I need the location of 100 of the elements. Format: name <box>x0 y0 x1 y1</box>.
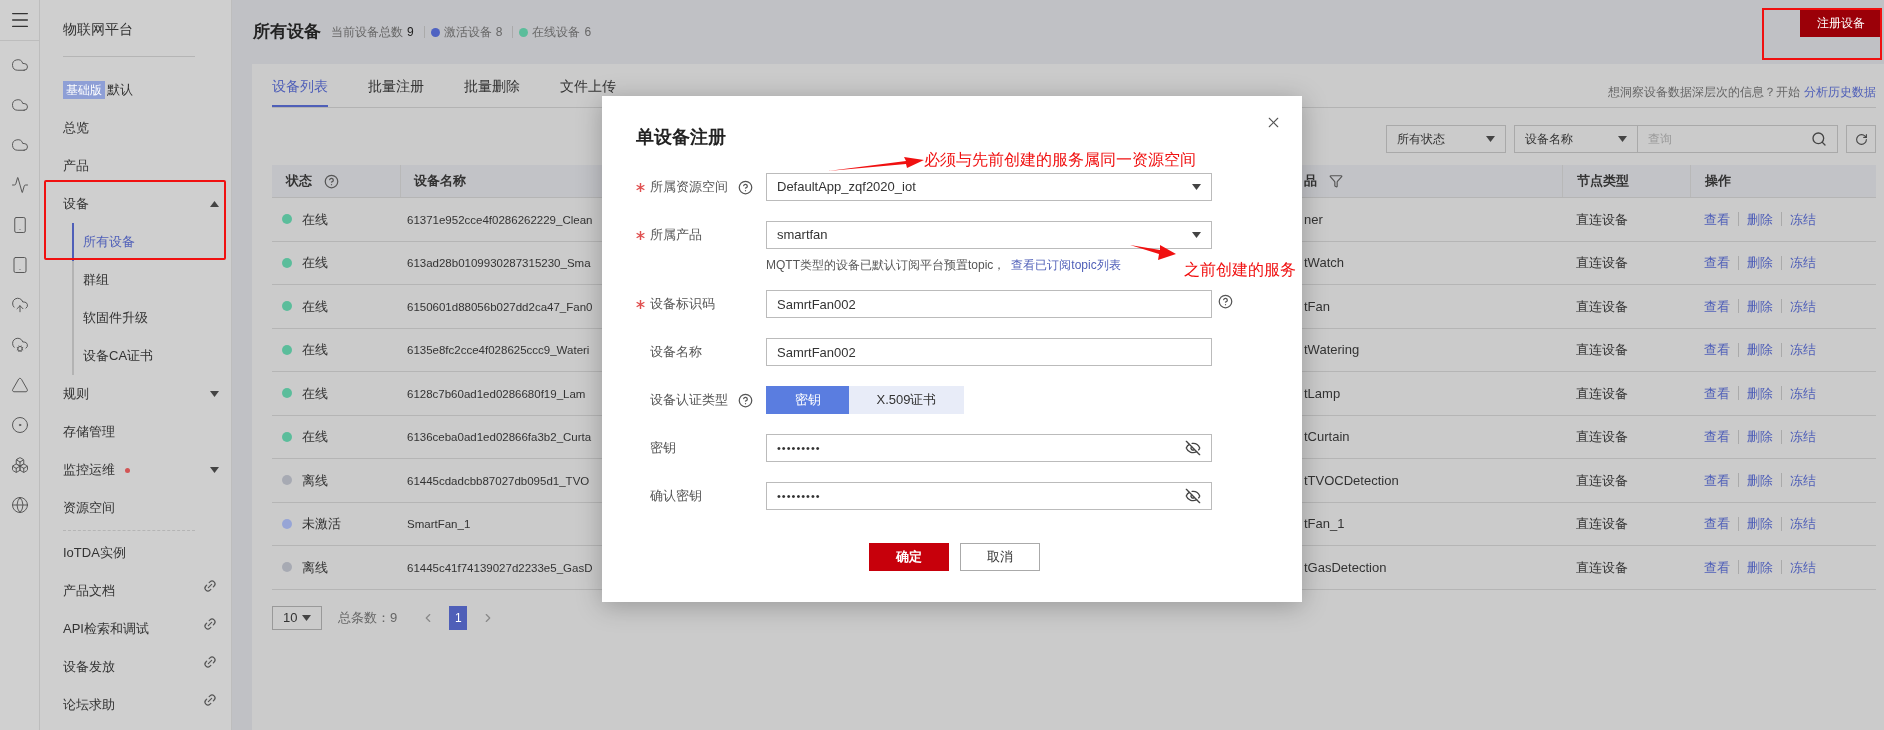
globe-icon[interactable] <box>10 496 29 514</box>
product-name: tCurtain <box>1304 429 1350 444</box>
cloud-upload-icon[interactable] <box>10 296 29 314</box>
topic-list-link[interactable]: 查看已订阅topic列表 <box>1011 256 1121 274</box>
tab[interactable]: 批量删除 <box>464 76 520 107</box>
sidebar-item[interactable]: 资源空间 <box>63 489 221 527</box>
auth-type-option[interactable]: 密钥 <box>766 386 849 414</box>
row-action-link[interactable]: 查看 <box>1704 253 1730 273</box>
row-action-link[interactable]: 删除 <box>1747 514 1773 534</box>
sidebar-link[interactable]: 设备发放 <box>63 648 221 686</box>
circle-icon[interactable] <box>10 416 29 434</box>
stat-value: 6 <box>584 24 592 41</box>
password-input[interactable]: ••••••••• <box>777 487 1077 505</box>
row-action-link[interactable]: 删除 <box>1747 427 1773 447</box>
page-button[interactable]: 1 <box>449 605 468 630</box>
register-button[interactable]: 注册设备 <box>1800 9 1882 37</box>
help-icon[interactable] <box>1218 293 1233 309</box>
tab[interactable]: 批量注册 <box>368 76 424 107</box>
cloud-icon[interactable] <box>10 96 29 114</box>
password-field[interactable]: ••••••••• <box>766 482 1212 510</box>
sidebar-item[interactable]: 监控运维 <box>63 451 221 489</box>
row-action-link[interactable]: 查看 <box>1704 296 1730 316</box>
row-action-link[interactable]: 删除 <box>1747 383 1773 403</box>
sidebar-item[interactable]: 存储管理 <box>63 413 221 451</box>
row-action-link[interactable]: 删除 <box>1747 296 1773 316</box>
field-label: 密钥 <box>650 439 676 458</box>
row-action-link[interactable]: 冻结 <box>1790 253 1816 273</box>
help-icon[interactable] <box>738 179 753 195</box>
field-select[interactable]: 设备名称 <box>1514 125 1638 153</box>
search-icon[interactable] <box>1811 131 1827 147</box>
sidebar-link[interactable]: IoTDA实例 <box>63 534 221 572</box>
node-type: 直连设备 <box>1576 559 1628 575</box>
row-action-link[interactable]: 查看 <box>1704 383 1730 403</box>
sidebar-link[interactable]: 产品文档 <box>63 572 221 610</box>
page-size-select[interactable]: 10 <box>272 605 322 630</box>
tablet-icon[interactable] <box>10 256 29 274</box>
input-field[interactable]: SamrtFan002 <box>766 290 1212 318</box>
filter-icon[interactable] <box>1329 174 1343 188</box>
row-action-link[interactable]: 查看 <box>1704 514 1730 534</box>
refresh-icon <box>1854 132 1868 146</box>
row-action-link[interactable]: 冻结 <box>1790 383 1816 403</box>
edition-label: 默认 <box>107 81 133 100</box>
select-field[interactable]: DefaultApp_zqf2020_iot <box>766 173 1212 201</box>
column-header: 节点类型 <box>1577 172 1629 191</box>
tab[interactable]: 文件上传 <box>560 76 616 107</box>
pyramid-icon[interactable] <box>10 376 29 394</box>
sidebar-item[interactable]: 规则 <box>63 375 221 413</box>
row-action-link[interactable]: 查看 <box>1704 340 1730 360</box>
sidebar-subitem[interactable]: 群组 <box>72 261 221 299</box>
analytics-link[interactable]: 分析历史数据 <box>1804 83 1876 101</box>
row-action-link[interactable]: 删除 <box>1747 470 1773 490</box>
row-action-link[interactable]: 删除 <box>1747 209 1773 229</box>
select-field[interactable]: smartfan <box>766 221 1212 249</box>
cloud-icon[interactable] <box>10 136 29 154</box>
eye-off-icon[interactable] <box>1185 488 1201 504</box>
sidebar-item[interactable]: 总览 <box>63 109 221 147</box>
tab[interactable]: 设备列表 <box>272 76 328 107</box>
row-action-link[interactable]: 冻结 <box>1790 296 1816 316</box>
confirm-button[interactable]: 确定 <box>868 543 949 571</box>
row-action-link[interactable]: 查看 <box>1704 209 1730 229</box>
row-action-link[interactable]: 删除 <box>1747 340 1773 360</box>
refresh-button[interactable] <box>1846 125 1876 153</box>
eye-off-icon[interactable] <box>1185 440 1201 456</box>
row-action-link[interactable]: 删除 <box>1747 253 1773 273</box>
wave-icon[interactable] <box>10 176 29 194</box>
caret-icon <box>210 201 219 207</box>
row-action-link[interactable]: 删除 <box>1747 557 1773 577</box>
node-type: 直连设备 <box>1576 385 1628 401</box>
password-input[interactable]: ••••••••• <box>777 439 1077 457</box>
row-action-link[interactable]: 冻结 <box>1790 514 1816 534</box>
row-action-link[interactable]: 冻结 <box>1790 209 1816 229</box>
sidebar-subitem[interactable]: 软固件升级 <box>72 299 221 337</box>
sidebar-link[interactable]: API检索和调试 <box>63 610 221 648</box>
row-action-link[interactable]: 冻结 <box>1790 340 1816 360</box>
cluster-icon[interactable] <box>10 456 29 474</box>
status-select[interactable]: 所有状态 <box>1386 125 1506 153</box>
sidebar-item[interactable]: 设备 <box>63 185 221 223</box>
row-action-link[interactable]: 冻结 <box>1790 427 1816 447</box>
sidebar-link[interactable]: 论坛求助 <box>63 686 221 724</box>
input-field[interactable]: SamrtFan002 <box>766 338 1212 366</box>
field-label: 设备名称 <box>650 343 702 362</box>
password-field[interactable]: ••••••••• <box>766 434 1212 462</box>
platform-title: 物联网平台 <box>63 20 134 39</box>
insight-text: 想洞察设备数据深层次的信息？开始 <box>1608 84 1800 101</box>
row-action-link[interactable]: 查看 <box>1704 470 1730 490</box>
row-action-link[interactable]: 查看 <box>1704 557 1730 577</box>
sidebar-subitem[interactable]: 所有设备 <box>72 223 221 261</box>
field-label: 所属产品 <box>650 226 702 245</box>
sidebar-subitem[interactable]: 设备CA证书 <box>72 337 221 375</box>
help-icon[interactable] <box>324 173 339 189</box>
row-action-link[interactable]: 冻结 <box>1790 470 1816 490</box>
cloud-icon[interactable] <box>10 56 29 74</box>
cancel-button[interactable]: 取消 <box>959 543 1040 571</box>
auth-type-option[interactable]: X.509证书 <box>849 386 964 414</box>
sidebar-item[interactable]: 产品 <box>63 147 221 185</box>
row-action-link[interactable]: 冻结 <box>1790 557 1816 577</box>
caret-icon <box>210 467 219 473</box>
help-icon[interactable] <box>738 392 753 408</box>
cloud-gear-icon[interactable] <box>10 336 29 354</box>
row-action-link[interactable]: 查看 <box>1704 427 1730 447</box>
